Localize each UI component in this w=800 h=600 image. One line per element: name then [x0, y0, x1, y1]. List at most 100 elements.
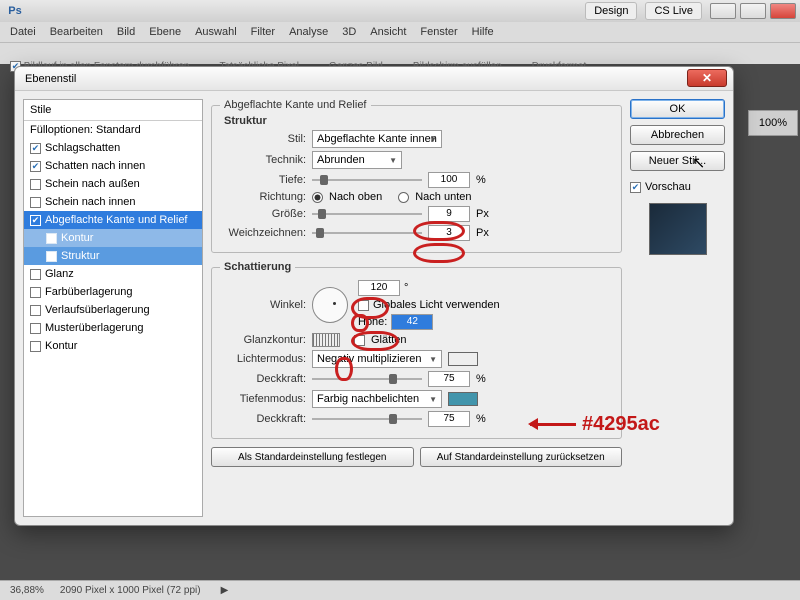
- highlight-opacity-slider[interactable]: [312, 372, 422, 386]
- menu-datei[interactable]: Datei: [10, 26, 36, 38]
- preview-thumbnail: [649, 203, 707, 255]
- lbl-glaetten: Glätten: [371, 334, 406, 346]
- group-structure-legend: Struktur: [220, 115, 271, 127]
- hoehe-input[interactable]: 42: [391, 314, 433, 330]
- sidebar-item-inner-glow[interactable]: Schein nach innen: [24, 193, 202, 211]
- shadow-mode-combo[interactable]: Farbig nachbelichten: [312, 390, 442, 408]
- sidebar-item-texture[interactable]: Struktur: [24, 247, 202, 265]
- window-close-button[interactable]: [770, 3, 796, 19]
- tiefe-input[interactable]: 100: [428, 172, 470, 188]
- global-light-checkbox[interactable]: [358, 300, 369, 311]
- weich-slider[interactable]: [312, 226, 422, 240]
- menu-analyse[interactable]: Analyse: [289, 26, 328, 38]
- lbl-weich: Weichzeichnen:: [220, 227, 306, 239]
- winkel-input[interactable]: 120: [358, 280, 400, 296]
- lbl-tiefe: Tiefe:: [220, 174, 306, 186]
- richtung-up-radio[interactable]: [312, 192, 323, 203]
- sidebar-item-bevel-emboss[interactable]: Abgeflachte Kante und Relief: [24, 211, 202, 229]
- highlight-mode-combo[interactable]: Negativ multiplizieren: [312, 350, 442, 368]
- annotation-arrow: #4295ac: [530, 413, 660, 436]
- highlight-opacity-input[interactable]: 75: [428, 371, 470, 387]
- cursor-icon: ↖: [692, 153, 705, 173]
- new-style-button[interactable]: Neuer Stil...: [630, 151, 725, 171]
- lbl-px2: Px: [476, 227, 489, 239]
- sidebar-item-blend-options[interactable]: Fülloptionen: Standard: [24, 121, 202, 139]
- lbl-oben: Nach oben: [329, 191, 382, 203]
- gloss-contour-picker[interactable]: [312, 333, 340, 347]
- angle-dial[interactable]: [312, 287, 348, 323]
- sidebar-item-drop-shadow[interactable]: Schlagschatten: [24, 139, 202, 157]
- richtung-down-radio[interactable]: [398, 192, 409, 203]
- group-bevel-emboss: Abgeflachte Kante und Relief Struktur St…: [211, 99, 622, 253]
- menu-bearbeiten[interactable]: Bearbeiten: [50, 26, 103, 38]
- sidebar-item-satin[interactable]: Glanz: [24, 265, 202, 283]
- styles-sidebar: Stile Fülloptionen: Standard Schlagschat…: [23, 99, 203, 517]
- sidebar-item-contour[interactable]: Kontur: [24, 229, 202, 247]
- settings-panel: Abgeflachte Kante und Relief Struktur St…: [211, 99, 622, 517]
- shadow-opacity-slider[interactable]: [312, 412, 422, 426]
- lbl-unten: Nach unten: [415, 191, 471, 203]
- status-bar: 36,88% 2090 Pixel x 1000 Pixel (72 ppi) …: [0, 580, 800, 600]
- maximize-button[interactable]: [740, 3, 766, 19]
- minimize-button[interactable]: [710, 3, 736, 19]
- panel-zoom-pct[interactable]: 100%: [748, 110, 798, 136]
- cslive-label[interactable]: CS Live: [645, 2, 702, 20]
- highlight-color-swatch[interactable]: [448, 352, 478, 366]
- sidebar-item-gradient-overlay[interactable]: Verlaufsüberlagerung: [24, 301, 202, 319]
- group-shade-legend: Schattierung: [220, 261, 295, 273]
- sidebar-item-color-overlay[interactable]: Farbüberlagerung: [24, 283, 202, 301]
- menu-bar: Datei Bearbeiten Bild Ebene Auswahl Filt…: [0, 22, 800, 42]
- lbl-stil: Stil:: [220, 133, 306, 145]
- menu-ebene[interactable]: Ebene: [149, 26, 181, 38]
- lbl-licht: Lichtermodus:: [220, 353, 306, 365]
- lbl-deg: °: [404, 282, 408, 294]
- lbl-deck1: Deckkraft:: [220, 373, 306, 385]
- glaetten-checkbox[interactable]: [354, 335, 365, 346]
- status-doc: 2090 Pixel x 1000 Pixel (72 ppi): [60, 585, 201, 596]
- sidebar-item-outer-glow[interactable]: Schein nach außen: [24, 175, 202, 193]
- app-logo-icon: Ps: [0, 5, 30, 17]
- reset-default-button[interactable]: Auf Standardeinstellung zurücksetzen: [420, 447, 623, 467]
- preview-checkbox[interactable]: [630, 182, 641, 193]
- lbl-global: Globales Licht verwenden: [373, 299, 500, 311]
- ok-button[interactable]: OK: [630, 99, 725, 119]
- weich-input[interactable]: 3: [428, 225, 470, 241]
- menu-filter[interactable]: Filter: [251, 26, 275, 38]
- menu-hilfe[interactable]: Hilfe: [472, 26, 494, 38]
- dialog-close-button[interactable]: ✕: [687, 69, 727, 87]
- lbl-deck2: Deckkraft:: [220, 413, 306, 425]
- group-structure: Struktur Stil: Abgeflachte Kante innen T…: [220, 115, 613, 244]
- sidebar-item-pattern-overlay[interactable]: Musterüberlagerung: [24, 319, 202, 337]
- groesse-slider[interactable]: [312, 207, 422, 221]
- workspace-label[interactable]: Design: [585, 2, 637, 20]
- menu-auswahl[interactable]: Auswahl: [195, 26, 237, 38]
- menu-bild[interactable]: Bild: [117, 26, 135, 38]
- lbl-hoehe: Höhe:: [358, 316, 387, 328]
- lbl-tiefm: Tiefenmodus:: [220, 393, 306, 405]
- sidebar-item-stroke[interactable]: Kontur: [24, 337, 202, 355]
- shadow-color-swatch[interactable]: [448, 392, 478, 406]
- lbl-groesse: Größe:: [220, 208, 306, 220]
- technik-combo[interactable]: Abrunden: [312, 151, 402, 169]
- lbl-pct2: %: [476, 373, 486, 385]
- dialog-button-column: OK Abbrechen Neuer Stil... Vorschau: [630, 99, 725, 517]
- app-titlebar: Ps Design CS Live: [0, 0, 800, 22]
- menu-3d[interactable]: 3D: [342, 26, 356, 38]
- tiefe-slider[interactable]: [312, 173, 422, 187]
- groesse-input[interactable]: 9: [428, 206, 470, 222]
- lbl-glanzk: Glanzkontur:: [220, 334, 306, 346]
- stil-combo[interactable]: Abgeflachte Kante innen: [312, 130, 442, 148]
- shadow-opacity-input[interactable]: 75: [428, 411, 470, 427]
- menu-fenster[interactable]: Fenster: [420, 26, 457, 38]
- lbl-richtung: Richtung:: [220, 191, 306, 203]
- make-default-button[interactable]: Als Standardeinstellung festlegen: [211, 447, 414, 467]
- dialog-title: Ebenenstil: [25, 73, 76, 85]
- lbl-preview: Vorschau: [645, 181, 691, 193]
- menu-ansicht[interactable]: Ansicht: [370, 26, 406, 38]
- lbl-pct: %: [476, 174, 486, 186]
- cancel-button[interactable]: Abbrechen: [630, 125, 725, 145]
- dialog-titlebar[interactable]: Ebenenstil ✕: [15, 67, 733, 91]
- status-zoom[interactable]: 36,88%: [10, 585, 44, 596]
- sidebar-item-inner-shadow[interactable]: Schatten nach innen: [24, 157, 202, 175]
- lbl-technik: Technik:: [220, 154, 306, 166]
